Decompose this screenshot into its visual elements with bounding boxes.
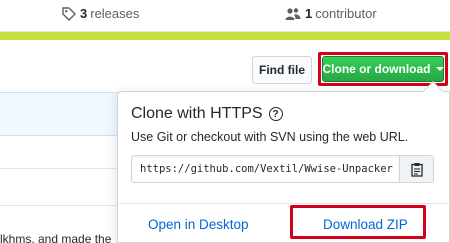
people-icon xyxy=(285,7,301,20)
clone-or-download-button[interactable]: Clone or download xyxy=(322,56,444,82)
contributors-count: 1 xyxy=(305,6,313,21)
commit-message-fragment: lkhms, and made the xyxy=(0,232,112,243)
tag-icon xyxy=(62,6,76,21)
releases-count: 3 xyxy=(80,6,88,21)
question-icon[interactable]: ? xyxy=(268,107,283,121)
file-row-divider xyxy=(0,168,120,169)
file-row-divider xyxy=(0,205,120,206)
releases-stat[interactable]: 3 releases xyxy=(62,6,139,21)
popup-footer-divider xyxy=(118,203,450,204)
repo-stats-bar: 3 releases 1 contributor xyxy=(0,0,450,32)
clone-popup-title: Clone with HTTPS ? xyxy=(131,105,283,123)
contributors-label: contributor xyxy=(315,6,377,21)
clone-url-input[interactable]: https://github.com/Vextil/Wwise-Unpacker xyxy=(131,155,400,183)
clipboard-icon xyxy=(410,162,423,177)
download-zip-link[interactable]: Download ZIP xyxy=(323,217,408,232)
language-bar[interactable] xyxy=(0,32,450,40)
find-file-button[interactable]: Find file xyxy=(252,56,312,84)
copy-url-button[interactable] xyxy=(400,155,434,183)
clone-button-label: Clone or download xyxy=(322,62,431,76)
releases-label: releases xyxy=(90,6,140,21)
clone-title-text: Clone with HTTPS xyxy=(131,105,263,122)
contributors-stat[interactable]: 1 contributor xyxy=(285,6,377,21)
caret-down-icon xyxy=(435,67,444,71)
commit-tease-row xyxy=(0,92,120,136)
open-in-desktop-link[interactable]: Open in Desktop xyxy=(148,217,249,232)
clone-description: Use Git or checkout with SVN using the w… xyxy=(131,130,409,144)
